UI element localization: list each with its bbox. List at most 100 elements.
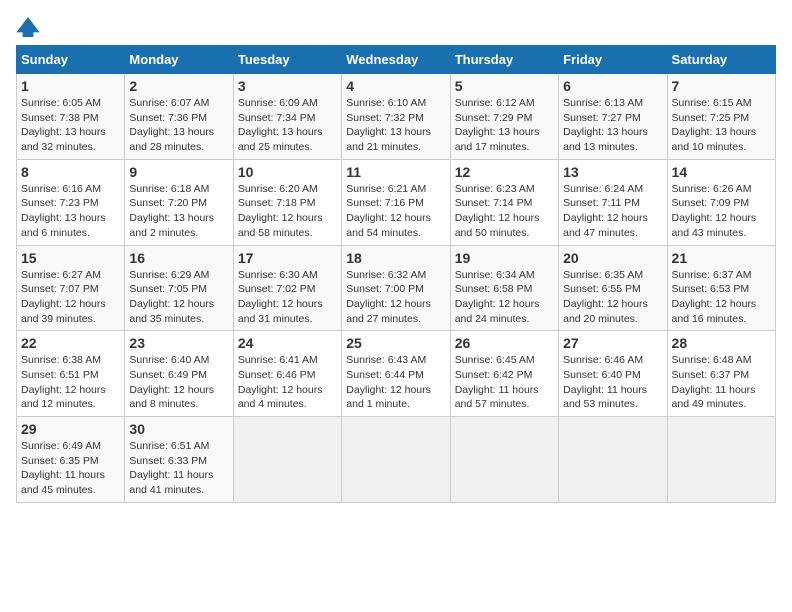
day-number: 8 bbox=[21, 164, 120, 180]
day-info: Sunrise: 6:38 AM Sunset: 6:51 PM Dayligh… bbox=[21, 353, 120, 412]
day-info: Sunrise: 6:05 AM Sunset: 7:38 PM Dayligh… bbox=[21, 96, 120, 155]
day-info: Sunrise: 6:32 AM Sunset: 7:00 PM Dayligh… bbox=[346, 268, 445, 327]
day-info: Sunrise: 6:24 AM Sunset: 7:11 PM Dayligh… bbox=[563, 182, 662, 241]
calendar-cell: 28 Sunrise: 6:48 AM Sunset: 6:37 PM Dayli… bbox=[667, 331, 775, 417]
day-number: 21 bbox=[672, 250, 771, 266]
day-info: Sunrise: 6:13 AM Sunset: 7:27 PM Dayligh… bbox=[563, 96, 662, 155]
calendar-cell: 10Sunrise: 6:20 AM Sunset: 7:18 PM Dayli… bbox=[233, 159, 341, 245]
calendar-week-row: 15 Sunrise: 6:27 AM Sunset: 7:07 PM Dayli… bbox=[17, 245, 776, 331]
day-number: 13 bbox=[563, 164, 662, 180]
calendar-cell: 21 Sunrise: 6:37 AM Sunset: 6:53 PM Dayli… bbox=[667, 245, 775, 331]
day-number: 7 bbox=[672, 78, 771, 94]
day-number: 4 bbox=[346, 78, 445, 94]
day-number: 9 bbox=[129, 164, 228, 180]
day-number: 14 bbox=[672, 164, 771, 180]
logo bbox=[16, 16, 44, 37]
calendar-cell: 17 Sunrise: 6:30 AM Sunset: 7:02 PM Dayli… bbox=[233, 245, 341, 331]
day-info: Sunrise: 6:23 AM Sunset: 7:14 PM Dayligh… bbox=[455, 182, 554, 241]
calendar-cell: 16 Sunrise: 6:29 AM Sunset: 7:05 PM Dayli… bbox=[125, 245, 233, 331]
calendar-cell: 5 Sunrise: 6:12 AM Sunset: 7:29 PM Daylig… bbox=[450, 74, 558, 160]
calendar-cell: 20Sunrise: 6:35 AM Sunset: 6:55 PM Dayli… bbox=[559, 245, 667, 331]
calendar-cell: 2Sunrise: 6:07 AM Sunset: 7:36 PM Daylig… bbox=[125, 74, 233, 160]
calendar-cell bbox=[342, 417, 450, 503]
calendar-week-row: 8 Sunrise: 6:16 AM Sunset: 7:23 PM Daylig… bbox=[17, 159, 776, 245]
day-number: 10 bbox=[238, 164, 337, 180]
day-info: Sunrise: 6:48 AM Sunset: 6:37 PM Dayligh… bbox=[672, 353, 771, 412]
header-monday: Monday bbox=[125, 46, 233, 74]
day-number: 12 bbox=[455, 164, 554, 180]
calendar-cell: 11 Sunrise: 6:21 AM Sunset: 7:16 PM Dayli… bbox=[342, 159, 450, 245]
calendar-header-row: Sunday Monday Tuesday Wednesday Thursday… bbox=[17, 46, 776, 74]
calendar-cell: 27Sunrise: 6:46 AM Sunset: 6:40 PM Dayli… bbox=[559, 331, 667, 417]
day-info: Sunrise: 6:26 AM Sunset: 7:09 PM Dayligh… bbox=[672, 182, 771, 241]
header-saturday: Saturday bbox=[667, 46, 775, 74]
day-info: Sunrise: 6:35 AM Sunset: 6:55 PM Dayligh… bbox=[563, 268, 662, 327]
day-info: Sunrise: 6:37 AM Sunset: 6:53 PM Dayligh… bbox=[672, 268, 771, 327]
day-info: Sunrise: 6:29 AM Sunset: 7:05 PM Dayligh… bbox=[129, 268, 228, 327]
day-number: 6 bbox=[563, 78, 662, 94]
day-number: 1 bbox=[21, 78, 120, 94]
day-info: Sunrise: 6:10 AM Sunset: 7:32 PM Dayligh… bbox=[346, 96, 445, 155]
calendar-cell: 18 Sunrise: 6:32 AM Sunset: 7:00 PM Dayli… bbox=[342, 245, 450, 331]
day-info: Sunrise: 6:34 AM Sunset: 6:58 PM Dayligh… bbox=[455, 268, 554, 327]
calendar-cell bbox=[450, 417, 558, 503]
day-info: Sunrise: 6:27 AM Sunset: 7:07 PM Dayligh… bbox=[21, 268, 120, 327]
calendar-table: Sunday Monday Tuesday Wednesday Thursday… bbox=[16, 45, 776, 503]
calendar-cell: 9Sunrise: 6:18 AM Sunset: 7:20 PM Daylig… bbox=[125, 159, 233, 245]
day-number: 28 bbox=[672, 335, 771, 351]
day-number: 3 bbox=[238, 78, 337, 94]
calendar-cell: 19 Sunrise: 6:34 AM Sunset: 6:58 PM Dayli… bbox=[450, 245, 558, 331]
calendar-cell: 15 Sunrise: 6:27 AM Sunset: 7:07 PM Dayli… bbox=[17, 245, 125, 331]
day-number: 19 bbox=[455, 250, 554, 266]
page-header bbox=[16, 16, 776, 37]
day-info: Sunrise: 6:30 AM Sunset: 7:02 PM Dayligh… bbox=[238, 268, 337, 327]
day-number: 26 bbox=[455, 335, 554, 351]
day-info: Sunrise: 6:51 AM Sunset: 6:33 PM Dayligh… bbox=[129, 439, 228, 498]
day-info: Sunrise: 6:16 AM Sunset: 7:23 PM Dayligh… bbox=[21, 182, 120, 241]
calendar-cell: 6 Sunrise: 6:13 AM Sunset: 7:27 PM Daylig… bbox=[559, 74, 667, 160]
day-info: Sunrise: 6:12 AM Sunset: 7:29 PM Dayligh… bbox=[455, 96, 554, 155]
calendar-week-row: 22 Sunrise: 6:38 AM Sunset: 6:51 PM Dayli… bbox=[17, 331, 776, 417]
calendar-cell: 25Sunrise: 6:43 AM Sunset: 6:44 PM Dayli… bbox=[342, 331, 450, 417]
day-number: 15 bbox=[21, 250, 120, 266]
calendar-cell: 4 Sunrise: 6:10 AM Sunset: 7:32 PM Daylig… bbox=[342, 74, 450, 160]
logo-icon bbox=[16, 17, 40, 37]
calendar-cell bbox=[559, 417, 667, 503]
day-info: Sunrise: 6:45 AM Sunset: 6:42 PM Dayligh… bbox=[455, 353, 554, 412]
calendar-week-row: 29Sunrise: 6:49 AM Sunset: 6:35 PM Dayli… bbox=[17, 417, 776, 503]
calendar-cell: 23Sunrise: 6:40 AM Sunset: 6:49 PM Dayli… bbox=[125, 331, 233, 417]
day-number: 23 bbox=[129, 335, 228, 351]
day-number: 22 bbox=[21, 335, 120, 351]
calendar-cell bbox=[667, 417, 775, 503]
calendar-cell: 22 Sunrise: 6:38 AM Sunset: 6:51 PM Dayli… bbox=[17, 331, 125, 417]
calendar-cell: 3 Sunrise: 6:09 AM Sunset: 7:34 PM Daylig… bbox=[233, 74, 341, 160]
calendar-cell: 7 Sunrise: 6:15 AM Sunset: 7:25 PM Daylig… bbox=[667, 74, 775, 160]
day-info: Sunrise: 6:41 AM Sunset: 6:46 PM Dayligh… bbox=[238, 353, 337, 412]
calendar-cell: 8 Sunrise: 6:16 AM Sunset: 7:23 PM Daylig… bbox=[17, 159, 125, 245]
day-info: Sunrise: 6:46 AM Sunset: 6:40 PM Dayligh… bbox=[563, 353, 662, 412]
day-number: 29 bbox=[21, 421, 120, 437]
day-number: 30 bbox=[129, 421, 228, 437]
header-thursday: Thursday bbox=[450, 46, 558, 74]
header-friday: Friday bbox=[559, 46, 667, 74]
day-number: 5 bbox=[455, 78, 554, 94]
header-wednesday: Wednesday bbox=[342, 46, 450, 74]
calendar-cell: 30 Sunrise: 6:51 AM Sunset: 6:33 PM Dayli… bbox=[125, 417, 233, 503]
day-number: 16 bbox=[129, 250, 228, 266]
calendar-cell: 29Sunrise: 6:49 AM Sunset: 6:35 PM Dayli… bbox=[17, 417, 125, 503]
calendar-cell: 14 Sunrise: 6:26 AM Sunset: 7:09 PM Dayli… bbox=[667, 159, 775, 245]
calendar-cell: 1 Sunrise: 6:05 AM Sunset: 7:38 PM Daylig… bbox=[17, 74, 125, 160]
calendar-cell bbox=[233, 417, 341, 503]
calendar-cell: 24Sunrise: 6:41 AM Sunset: 6:46 PM Dayli… bbox=[233, 331, 341, 417]
day-number: 11 bbox=[346, 164, 445, 180]
calendar-cell: 13 Sunrise: 6:24 AM Sunset: 7:11 PM Dayli… bbox=[559, 159, 667, 245]
day-info: Sunrise: 6:21 AM Sunset: 7:16 PM Dayligh… bbox=[346, 182, 445, 241]
day-info: Sunrise: 6:15 AM Sunset: 7:25 PM Dayligh… bbox=[672, 96, 771, 155]
day-info: Sunrise: 6:09 AM Sunset: 7:34 PM Dayligh… bbox=[238, 96, 337, 155]
calendar-week-row: 1 Sunrise: 6:05 AM Sunset: 7:38 PM Daylig… bbox=[17, 74, 776, 160]
calendar-cell: 12 Sunrise: 6:23 AM Sunset: 7:14 PM Dayli… bbox=[450, 159, 558, 245]
header-sunday: Sunday bbox=[17, 46, 125, 74]
day-number: 17 bbox=[238, 250, 337, 266]
day-number: 18 bbox=[346, 250, 445, 266]
day-info: Sunrise: 6:07 AM Sunset: 7:36 PM Dayligh… bbox=[129, 96, 228, 155]
